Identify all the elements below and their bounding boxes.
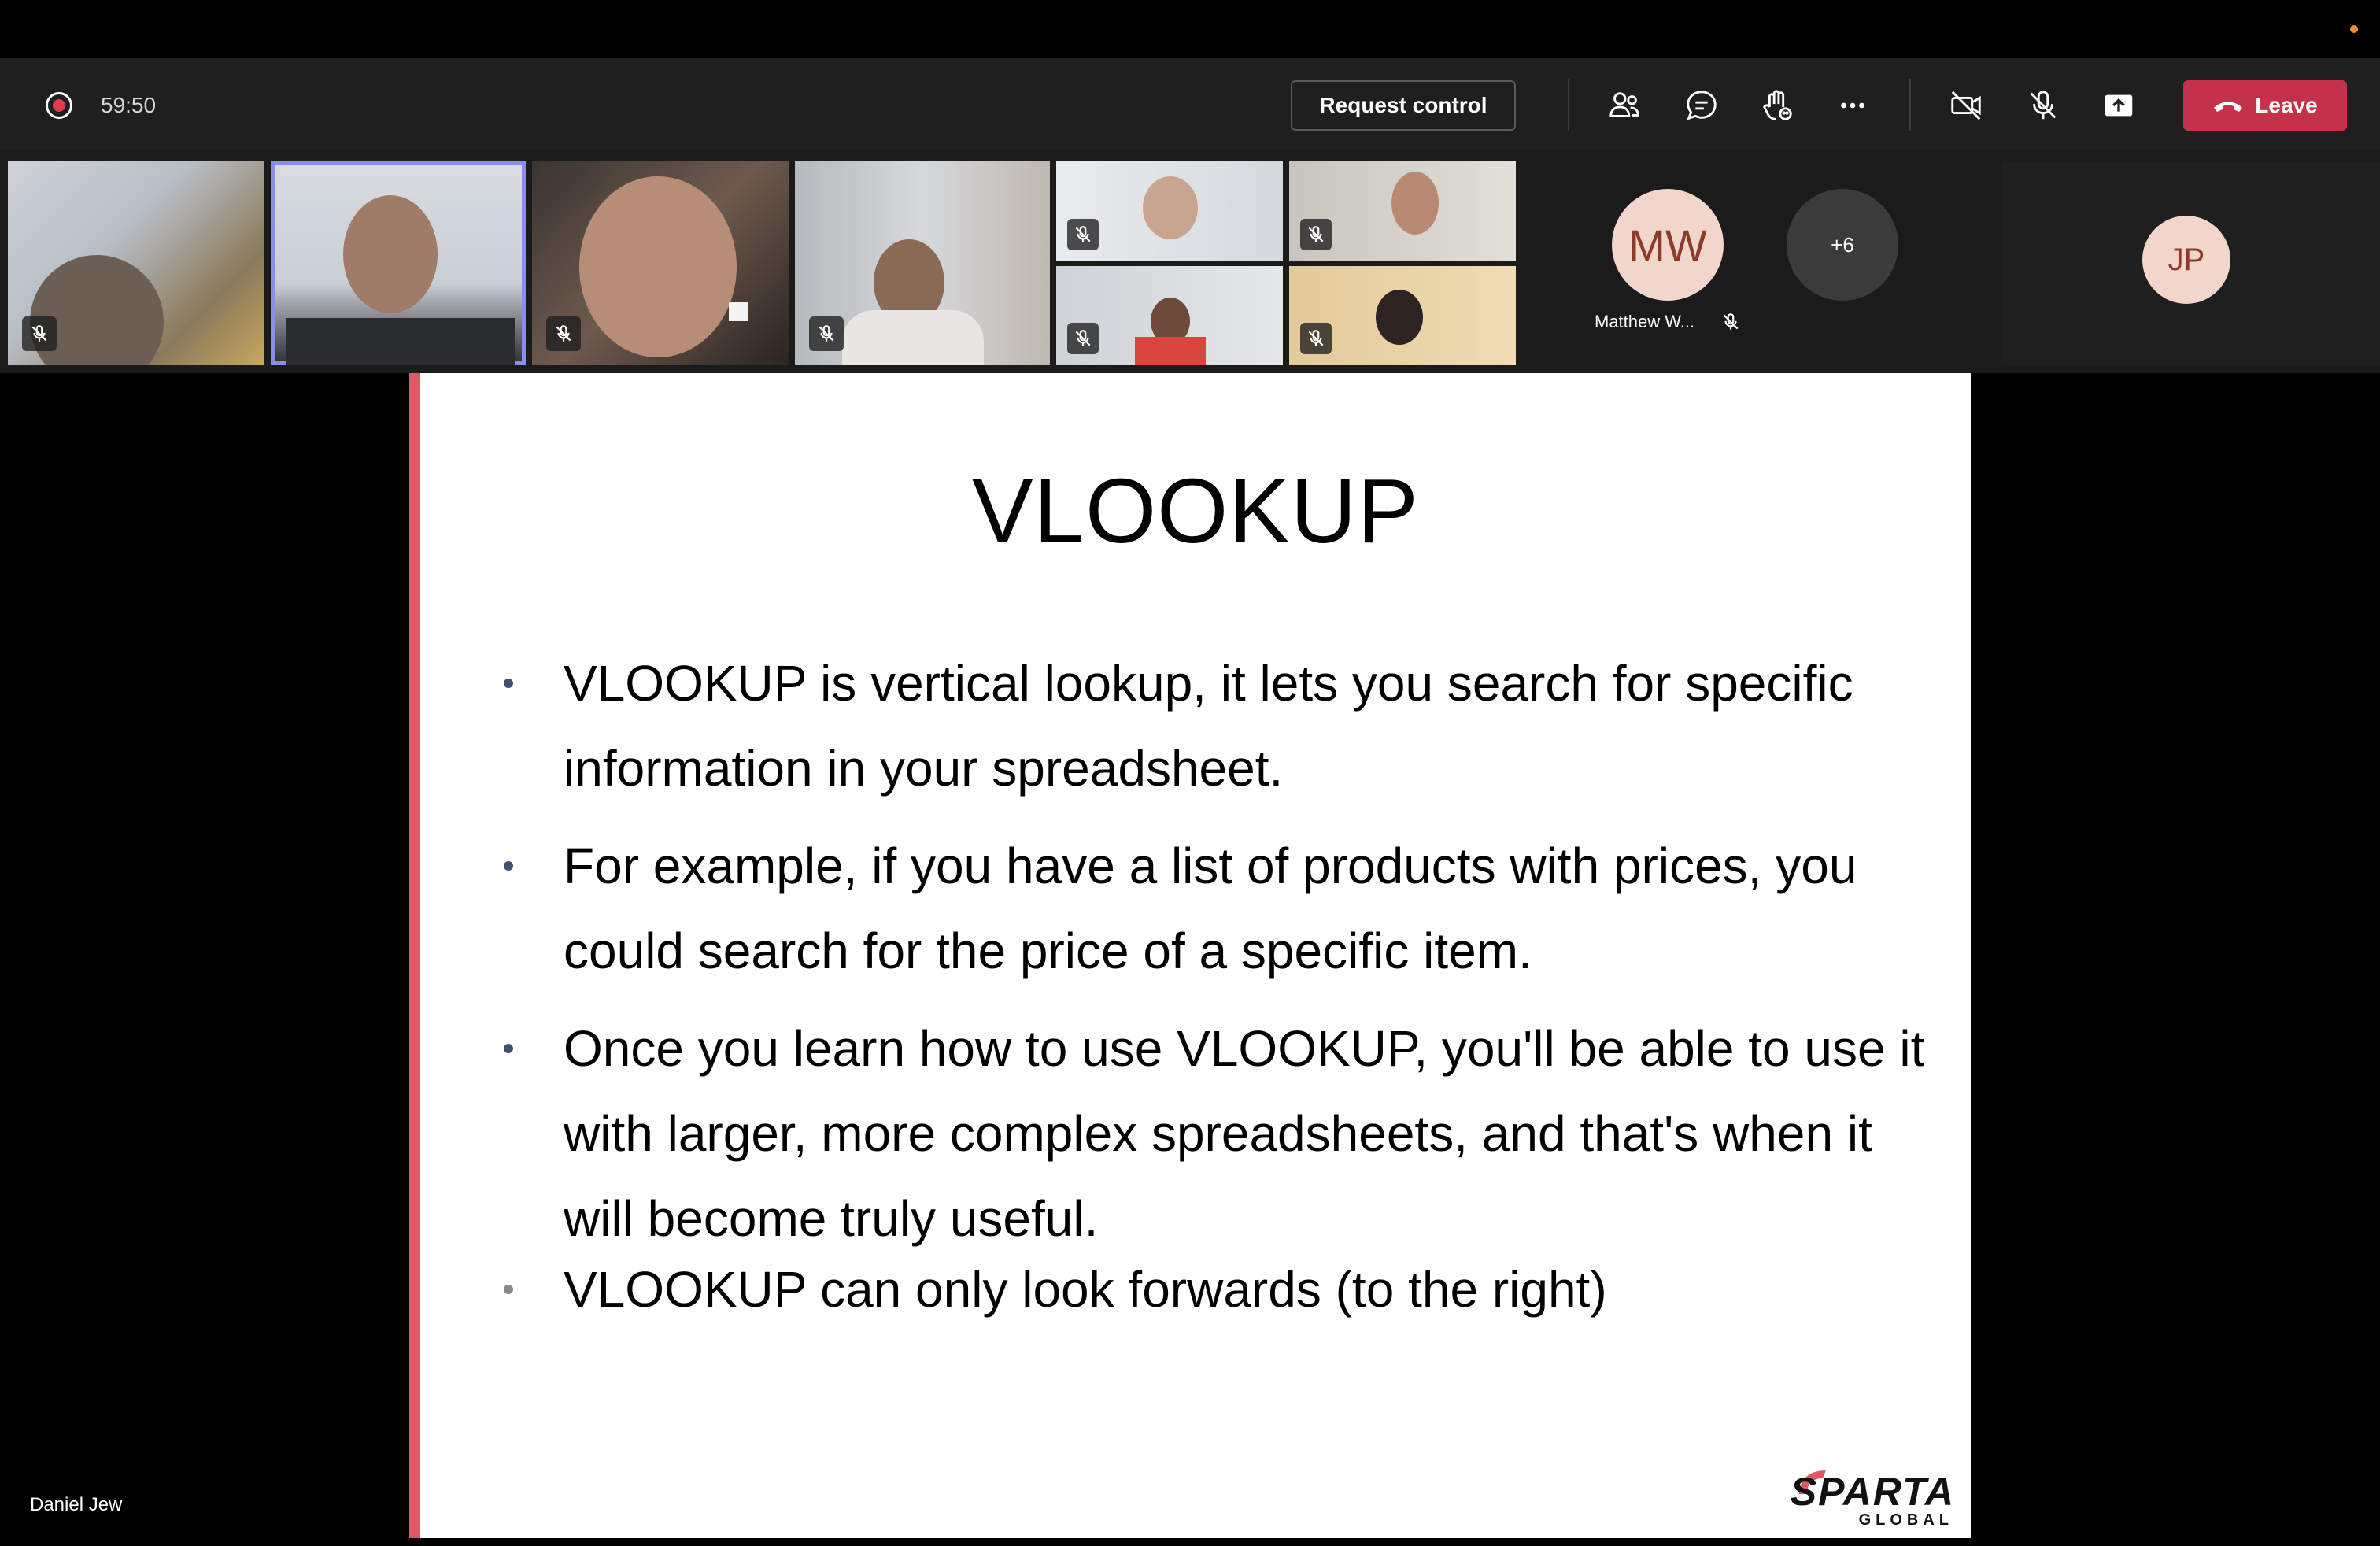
title-bar <box>0 0 2380 58</box>
avatar-jp: JP <box>2142 216 2230 304</box>
notification-dot <box>2350 25 2358 33</box>
participant-video-tile[interactable] <box>1056 266 1283 365</box>
mic-muted-icon <box>1300 323 1332 354</box>
more-participants-button[interactable]: +6 <box>1787 189 1898 301</box>
mic-muted-icon <box>809 316 844 351</box>
recording-icon <box>46 92 72 119</box>
slide-bullet: Once you learn how to use VLOOKUP, you'l… <box>499 1006 1931 1261</box>
participant-video-tile[interactable] <box>8 161 264 365</box>
participant-video-tile[interactable] <box>1289 161 1516 261</box>
logo-word: SPARTA <box>1790 1470 1955 1514</box>
meeting-timer: 59:50 <box>101 93 157 117</box>
meeting-toolbar: 59:50 Request control Leave <box>0 58 2380 151</box>
participant-tile-jp[interactable]: JP <box>2001 161 2380 365</box>
toolbar-divider <box>1909 79 1911 131</box>
sparta-global-logo: SPARTA GLOBAL <box>1788 1463 1961 1533</box>
more-options-icon[interactable] <box>1832 85 1873 126</box>
meeting-window: 59:50 Request control Leave MW Matthew W… <box>0 0 2380 1546</box>
participant-name: Matthew W... <box>1595 312 1695 331</box>
logo-subtext: GLOBAL <box>1858 1511 1953 1529</box>
toolbar-divider <box>1568 79 1569 131</box>
avatar-matthew[interactable]: MW <box>1612 189 1724 301</box>
mic-muted-icon <box>22 316 57 351</box>
request-control-button[interactable]: Request control <box>1291 80 1516 131</box>
participant-video-tile[interactable] <box>1056 161 1283 261</box>
slide-bullet: For example, if you have a list of produ… <box>499 823 1931 993</box>
mic-off-icon[interactable] <box>2023 85 2064 126</box>
participant-video-tile[interactable] <box>1289 266 1516 365</box>
slide-bullet: VLOOKUP can only look forwards (to the r… <box>499 1252 1931 1327</box>
phone-hangup-icon <box>2214 102 2243 112</box>
chat-icon[interactable] <box>1681 85 1722 126</box>
presentation-slide: VLOOKUP VLOOKUP is vertical lookup, it l… <box>409 373 1971 1538</box>
camera-off-icon[interactable] <box>1946 85 1986 126</box>
slide-title: VLOOKUP <box>972 460 1419 562</box>
mic-muted-icon <box>1067 219 1099 250</box>
leave-label: Leave <box>2255 93 2318 117</box>
slide-bullets: VLOOKUP is vertical lookup, it lets you … <box>499 641 1931 1340</box>
leave-button[interactable]: Leave <box>2183 80 2347 131</box>
slide-bullet: VLOOKUP is vertical lookup, it lets you … <box>499 641 1931 811</box>
mic-muted-icon <box>1723 313 1739 330</box>
shared-content-stage: VLOOKUP VLOOKUP is vertical lookup, it l… <box>0 373 2380 1546</box>
presenter-name: Daniel Jew <box>30 1494 123 1515</box>
people-icon[interactable] <box>1604 85 1645 126</box>
share-screen-icon[interactable] <box>2098 85 2139 126</box>
participant-video-tile[interactable] <box>795 161 1050 365</box>
avatar-strip: MW Matthew W... +6 <box>1522 151 1994 373</box>
mic-muted-icon <box>1300 219 1332 250</box>
participant-video-tile[interactable] <box>532 161 789 365</box>
mic-muted-icon <box>546 316 581 351</box>
participant-gallery: MW Matthew W... +6 JP <box>0 151 2380 373</box>
raise-hand-icon[interactable] <box>1757 85 1798 126</box>
mic-muted-icon <box>1067 323 1099 354</box>
active-speaker-video-tile[interactable] <box>271 161 526 365</box>
